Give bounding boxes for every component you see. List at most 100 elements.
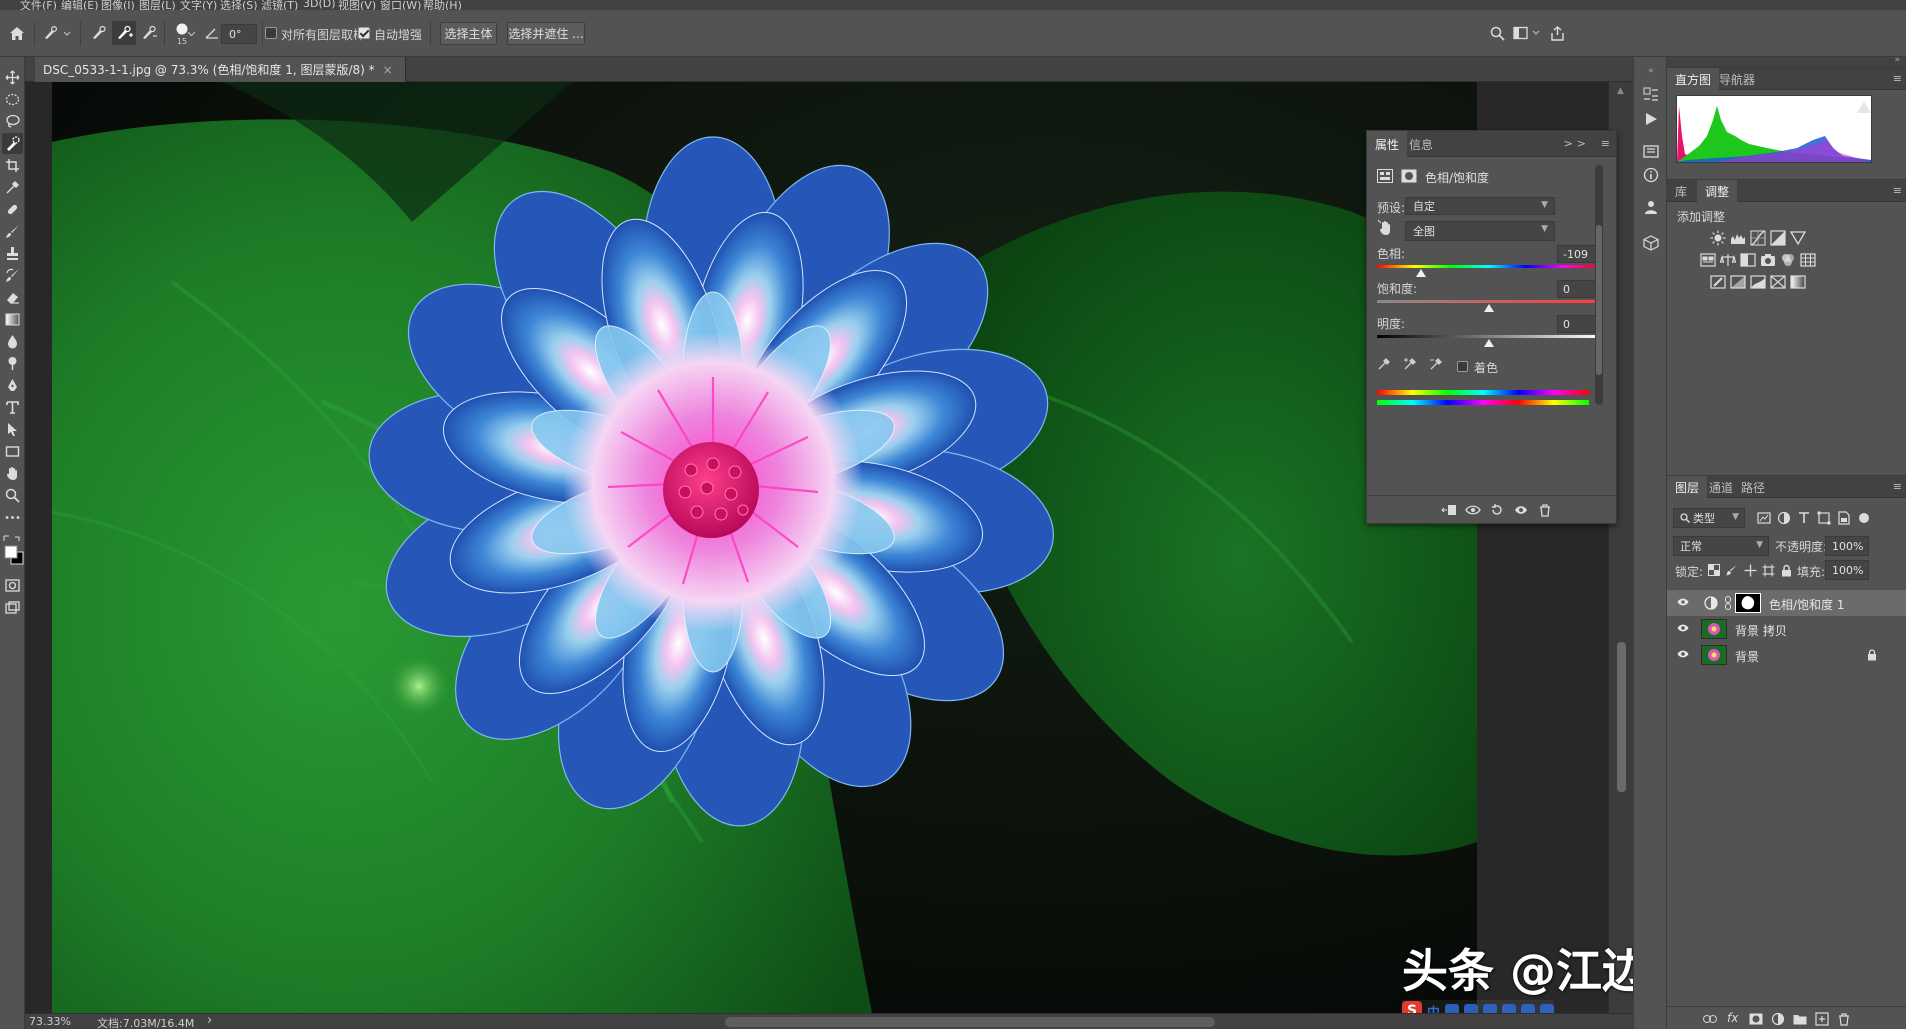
opacity-input[interactable]: 100% <box>1825 536 1869 556</box>
healing-brush-icon[interactable] <box>2 199 23 220</box>
color-balance-icon[interactable] <box>1719 252 1737 268</box>
colorize-checkbox[interactable] <box>1457 361 1468 372</box>
history-brush-icon[interactable] <box>2 265 23 286</box>
tab-adjustments[interactable]: 调整 <box>1697 180 1738 202</box>
quick-selection-icon[interactable] <box>2 133 23 154</box>
menu-layer[interactable]: 图层(L) <box>139 0 176 10</box>
panel-menu-icon[interactable]: ≡ <box>1893 184 1902 197</box>
layer-mask-icon[interactable] <box>1401 169 1417 186</box>
menu-type[interactable]: 文字(Y) <box>180 0 217 10</box>
select-subject-button[interactable]: 选择主体 <box>440 22 497 45</box>
delete-layer-icon[interactable] <box>1835 1011 1853 1027</box>
angle-input[interactable]: 0° <box>221 24 257 44</box>
filter-pixel-icon[interactable] <box>1755 510 1773 526</box>
pen-icon[interactable] <box>2 375 23 396</box>
path-selection-icon[interactable] <box>2 419 23 440</box>
channel-mixer-icon[interactable] <box>1779 252 1797 268</box>
lock-position-icon[interactable] <box>1741 562 1759 578</box>
layer-row-hue-saturation[interactable]: 色相/饱和度 1 <box>1667 590 1906 616</box>
new-group-icon[interactable] <box>1791 1011 1809 1027</box>
menu-window[interactable]: 窗口(W) <box>380 0 421 10</box>
quick-mask-icon[interactable] <box>2 575 23 596</box>
foreground-background-color-icon[interactable] <box>1 533 24 569</box>
vibrance-icon[interactable] <box>1789 230 1807 246</box>
hue-slider-thumb[interactable] <box>1415 269 1426 277</box>
reset-icon[interactable] <box>1489 502 1505 518</box>
zoom-icon[interactable] <box>2 485 23 506</box>
sample-all-layers-checkbox[interactable] <box>265 27 277 39</box>
scroll-up-icon[interactable]: ▲ <box>1617 86 1624 96</box>
filter-toggle-icon[interactable] <box>1855 510 1873 526</box>
collapse-panel-icon[interactable]: >> <box>1564 137 1590 150</box>
elliptical-marquee-icon[interactable] <box>2 89 23 110</box>
fill-input[interactable]: 100% <box>1825 560 1869 580</box>
brush-icon[interactable] <box>2 221 23 242</box>
gradient-map-icon[interactable] <box>1789 274 1807 290</box>
close-tab-icon[interactable]: × <box>383 63 393 77</box>
lock-all-icon[interactable] <box>1777 562 1795 578</box>
channel-select[interactable]: 全图 ▼ <box>1405 221 1555 241</box>
threshold-icon[interactable] <box>1749 274 1767 290</box>
lightness-slider-thumb[interactable] <box>1483 339 1494 347</box>
clip-to-layer-icon[interactable] <box>1441 502 1457 518</box>
targeted-adjustment-hand-icon[interactable] <box>1377 219 1397 239</box>
crop-icon[interactable] <box>2 155 23 176</box>
levels-icon[interactable] <box>1729 230 1747 246</box>
menu-select[interactable]: 选择(S) <box>220 0 258 10</box>
tab-paths[interactable]: 路径 <box>1733 476 1773 498</box>
share-icon[interactable] <box>1548 24 1566 42</box>
invert-icon[interactable] <box>1709 274 1727 290</box>
eyedropper-icon[interactable] <box>2 177 23 198</box>
search-icon[interactable] <box>1488 24 1506 42</box>
photo-filter-icon[interactable] <box>1759 252 1777 268</box>
toggle-visibility-icon[interactable] <box>1513 502 1529 518</box>
delete-icon[interactable] <box>1537 502 1553 518</box>
menu-view[interactable]: 视图(V) <box>338 0 376 10</box>
filter-type-icon[interactable] <box>1795 510 1813 526</box>
document-canvas[interactable] <box>52 82 1477 1013</box>
more-tools-icon[interactable] <box>2 507 23 528</box>
add-layer-style-icon[interactable]: fx <box>1727 1011 1738 1025</box>
screen-mode-icon[interactable] <box>2 597 23 618</box>
select-and-mask-button[interactable]: 选择并遮住 ... <box>507 22 585 45</box>
home-icon[interactable] <box>6 22 28 44</box>
eyedropper-plus-icon[interactable] <box>1403 357 1419 373</box>
document-tab[interactable]: DSC_0533-1-1.jpg @ 73.3% (色相/饱和度 1, 图层蒙版… <box>35 57 406 82</box>
layer-mask-thumbnail[interactable] <box>1735 593 1761 613</box>
new-layer-icon[interactable] <box>1813 1011 1831 1027</box>
blur-icon[interactable] <box>2 331 23 352</box>
type-icon[interactable] <box>2 397 23 418</box>
cache-warning-icon[interactable] <box>1857 101 1871 113</box>
blend-mode-select[interactable]: 正常 ▼ <box>1673 536 1769 556</box>
lightness-value-input[interactable]: 0 <box>1557 315 1597 333</box>
lock-artboard-icon[interactable] <box>1759 562 1777 578</box>
actions-play-icon[interactable] <box>1641 109 1661 129</box>
preset-select[interactable]: 自定 ▼ <box>1405 197 1555 215</box>
gradient-icon[interactable] <box>2 309 23 330</box>
filter-smart-object-icon[interactable] <box>1835 510 1853 526</box>
menu-filter[interactable]: 滤镜(T) <box>261 0 298 10</box>
link-layers-icon[interactable] <box>1701 1011 1719 1027</box>
color-lookup-icon[interactable] <box>1799 252 1817 268</box>
saturation-slider-track[interactable] <box>1377 300 1600 303</box>
lock-pixels-icon[interactable] <box>1723 562 1741 578</box>
selective-color-icon[interactable] <box>1769 274 1787 290</box>
add-mask-icon[interactable] <box>1747 1011 1765 1027</box>
menu-3d[interactable]: 3D(D) <box>303 0 336 10</box>
posterize-icon[interactable] <box>1729 274 1747 290</box>
hue-value-input[interactable]: -109 <box>1557 245 1597 263</box>
panel-menu-icon[interactable]: ≡ <box>1601 137 1614 150</box>
history-icon[interactable] <box>1641 85 1661 105</box>
filter-shape-icon[interactable] <box>1815 510 1833 526</box>
expand-dock-icon[interactable]: » <box>1894 55 1900 65</box>
filter-adjustment-icon[interactable] <box>1775 510 1793 526</box>
menu-help[interactable]: 帮助(H) <box>423 0 462 10</box>
layer-row-background[interactable]: 背景 <box>1667 642 1906 668</box>
layer-row-background-copy[interactable]: 背景 拷贝 <box>1667 616 1906 642</box>
tool-preset-picker[interactable] <box>40 22 74 44</box>
auto-enhance-checkbox[interactable] <box>358 27 370 39</box>
dodge-icon[interactable] <box>2 353 23 374</box>
zoom-level[interactable]: 73.33% <box>29 1015 71 1028</box>
horizontal-scrollbar[interactable] <box>725 1017 1215 1027</box>
collapse-strip-icon[interactable]: « <box>1641 65 1661 77</box>
